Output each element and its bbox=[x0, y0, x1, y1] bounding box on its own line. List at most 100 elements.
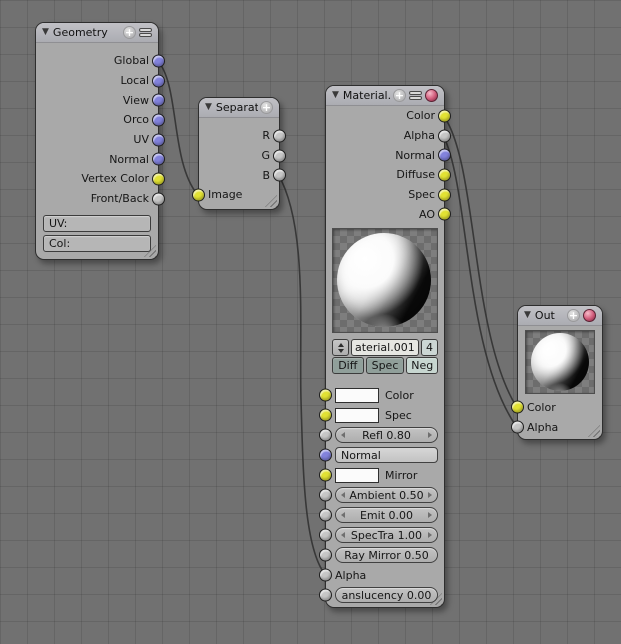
output-normal: Normal bbox=[36, 149, 158, 169]
output-orco: Orco bbox=[36, 110, 158, 130]
input-spec: Spec bbox=[326, 405, 444, 425]
socket-view[interactable] bbox=[152, 94, 165, 107]
ambient-slider[interactable]: Ambient 0.50 bbox=[335, 487, 438, 503]
datablock-browse-stepper[interactable] bbox=[332, 339, 349, 356]
socket-in-ray-mirror[interactable] bbox=[319, 549, 332, 562]
socket-in-translucency[interactable] bbox=[319, 589, 332, 602]
material-name-field[interactable]: aterial.001 bbox=[351, 339, 419, 356]
output-view: View bbox=[36, 90, 158, 110]
socket-in-color[interactable] bbox=[319, 389, 332, 402]
emit-slider[interactable]: Emit 0.00 bbox=[335, 507, 438, 523]
socket-in-mirror[interactable] bbox=[319, 469, 332, 482]
output-front-back: Front/Back bbox=[36, 189, 158, 209]
uv-name-field[interactable]: UV: bbox=[43, 215, 151, 232]
material-sphere-icon[interactable] bbox=[425, 89, 438, 102]
socket-image[interactable] bbox=[192, 188, 205, 201]
collapse-icon[interactable]: ▼ bbox=[205, 103, 212, 112]
spectra-slider[interactable]: SpecTra 1.00 bbox=[335, 527, 438, 543]
input-refl: Refl 0.80 bbox=[326, 425, 444, 445]
input-translucency: anslucency 0.00 bbox=[326, 585, 444, 605]
socket-out-in-color[interactable] bbox=[511, 401, 524, 414]
collapse-icon[interactable]: ▼ bbox=[42, 28, 49, 37]
node-out-header[interactable]: ▼ Out + bbox=[518, 306, 602, 326]
input-alpha: Alpha bbox=[326, 565, 444, 585]
socket-out-ao[interactable] bbox=[438, 208, 451, 221]
ray-mirror-slider[interactable]: Ray Mirror 0.50 bbox=[335, 547, 438, 563]
color-swatch[interactable] bbox=[335, 388, 379, 403]
menu-icon[interactable] bbox=[139, 28, 152, 37]
plus-icon[interactable]: + bbox=[260, 101, 273, 114]
plus-icon[interactable]: + bbox=[123, 26, 136, 39]
socket-orco[interactable] bbox=[152, 113, 165, 126]
output-vertex-color: Vertex Color bbox=[36, 169, 158, 189]
decrement-arrow-icon[interactable] bbox=[341, 512, 345, 518]
input-emit: Emit 0.00 bbox=[326, 505, 444, 525]
users-count-button[interactable]: 4 bbox=[421, 339, 438, 356]
socket-global[interactable] bbox=[152, 54, 165, 67]
socket-in-spectra[interactable] bbox=[319, 529, 332, 542]
socket-front-back[interactable] bbox=[152, 192, 165, 205]
node-editor-canvas[interactable]: ▼ Geometry + Global Local View Orco bbox=[0, 0, 621, 644]
socket-local[interactable] bbox=[152, 74, 165, 87]
plus-icon[interactable]: + bbox=[567, 309, 580, 322]
socket-uv[interactable] bbox=[152, 133, 165, 146]
menu-icon[interactable] bbox=[409, 91, 422, 100]
node-output[interactable]: ▼ Out + Color Alpha bbox=[517, 305, 603, 440]
socket-in-spec[interactable] bbox=[319, 409, 332, 422]
translucency-slider[interactable]: anslucency 0.00 bbox=[335, 587, 438, 603]
collapse-icon[interactable]: ▼ bbox=[332, 91, 339, 100]
negative-toggle[interactable]: Neg bbox=[406, 357, 438, 374]
spec-swatch[interactable] bbox=[335, 408, 379, 423]
socket-out-color[interactable] bbox=[438, 109, 451, 122]
socket-in-emit[interactable] bbox=[319, 509, 332, 522]
increment-arrow-icon[interactable] bbox=[428, 432, 432, 438]
input-alpha: Alpha bbox=[518, 417, 602, 437]
socket-r[interactable] bbox=[273, 129, 286, 142]
decrement-arrow-icon[interactable] bbox=[341, 492, 345, 498]
node-geometry[interactable]: ▼ Geometry + Global Local View Orco bbox=[35, 22, 159, 260]
node-separate-header[interactable]: ▼ Separat + bbox=[199, 98, 279, 118]
node-geometry-header[interactable]: ▼ Geometry + bbox=[36, 23, 158, 43]
material-sphere-icon[interactable] bbox=[583, 309, 596, 322]
link-color-to-outcolor[interactable] bbox=[443, 115, 516, 406]
refl-slider[interactable]: Refl 0.80 bbox=[335, 427, 438, 443]
vertex-color-name-field[interactable]: Col: bbox=[43, 235, 151, 252]
mirror-swatch[interactable] bbox=[335, 468, 379, 483]
output-g: G bbox=[199, 146, 279, 166]
increment-arrow-icon[interactable] bbox=[428, 492, 432, 498]
node-material[interactable]: ▼ Material. + Color Alpha Normal Dif bbox=[325, 85, 445, 608]
socket-out-in-alpha[interactable] bbox=[511, 421, 524, 434]
input-mirror: Mirror bbox=[326, 465, 444, 485]
input-image: Image bbox=[199, 185, 279, 205]
material-preview bbox=[332, 228, 438, 333]
normal-button[interactable]: Normal bbox=[335, 447, 438, 463]
socket-out-alpha[interactable] bbox=[438, 129, 451, 142]
socket-in-refl[interactable] bbox=[319, 429, 332, 442]
output-uv: UV bbox=[36, 130, 158, 150]
socket-g[interactable] bbox=[273, 149, 286, 162]
output-color: Color bbox=[326, 106, 444, 126]
decrement-arrow-icon[interactable] bbox=[341, 432, 345, 438]
plus-icon[interactable]: + bbox=[393, 89, 406, 102]
socket-b[interactable] bbox=[273, 169, 286, 182]
socket-in-alpha[interactable] bbox=[319, 569, 332, 582]
increment-arrow-icon[interactable] bbox=[428, 532, 432, 538]
input-color: Color bbox=[518, 397, 602, 417]
node-separate-rgb[interactable]: ▼ Separat + R G B Image bbox=[198, 97, 280, 210]
socket-out-spec[interactable] bbox=[438, 188, 451, 201]
specular-toggle[interactable]: Spec bbox=[366, 357, 405, 374]
node-material-header[interactable]: ▼ Material. + bbox=[326, 86, 444, 106]
link-b-to-alpha[interactable] bbox=[278, 174, 324, 573]
socket-normal[interactable] bbox=[152, 153, 165, 166]
output-alpha: Alpha bbox=[326, 126, 444, 146]
collapse-icon[interactable]: ▼ bbox=[524, 311, 531, 320]
socket-in-ambient[interactable] bbox=[319, 489, 332, 502]
increment-arrow-icon[interactable] bbox=[428, 512, 432, 518]
socket-in-normal[interactable] bbox=[319, 449, 332, 462]
decrement-arrow-icon[interactable] bbox=[341, 532, 345, 538]
socket-out-normal[interactable] bbox=[438, 149, 451, 162]
output-global: Global bbox=[36, 51, 158, 71]
socket-out-diffuse[interactable] bbox=[438, 168, 451, 181]
diffuse-toggle[interactable]: Diff bbox=[332, 357, 364, 374]
socket-vertex-color[interactable] bbox=[152, 172, 165, 185]
